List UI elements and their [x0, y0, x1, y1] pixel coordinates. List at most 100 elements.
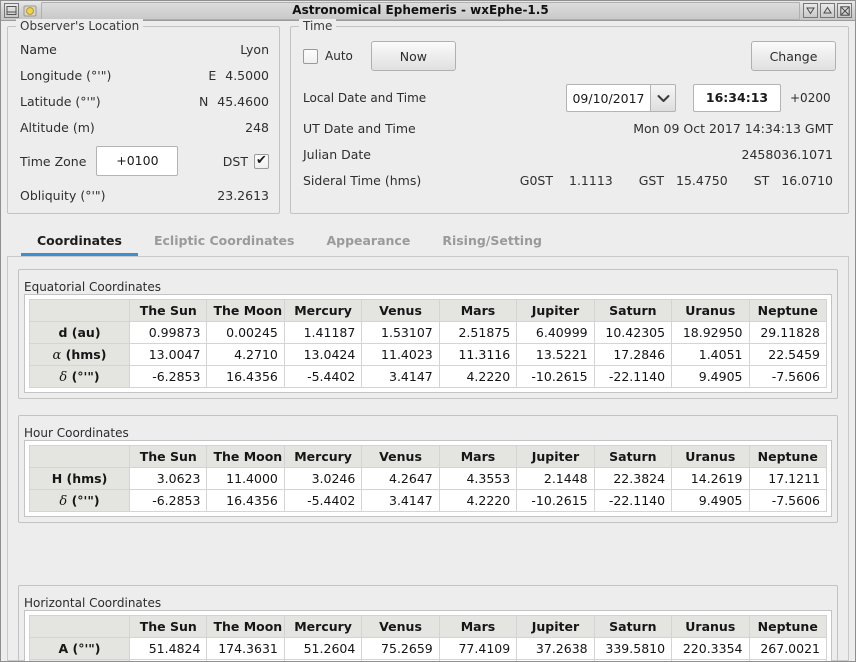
table-cell: 3.0623: [128, 467, 208, 490]
table-cell: 267.0021: [748, 637, 827, 660]
column-header: Jupiter: [516, 299, 595, 322]
table-cell: 339.5810: [593, 637, 673, 660]
julian-date-row: Julian Date 2458036.1071: [291, 141, 848, 167]
table-cell: -10.2615: [516, 489, 595, 512]
table-cell: 11.4023: [361, 343, 440, 366]
row-symbol: α: [52, 347, 62, 363]
table-row: α (hms) 13.0047 4.2710 13.0424 11.4023 11.311…: [29, 343, 827, 366]
minimize-button[interactable]: [803, 3, 818, 18]
column-header: Saturn: [593, 299, 673, 322]
row-unit: (hms): [61, 346, 107, 362]
g0st-label: G0ST: [519, 172, 553, 188]
table-cell: 14.2619: [671, 467, 750, 490]
table-group-2: Horizontal Coordinates The Sun The Moon Mer…: [18, 585, 838, 661]
ut-datetime-row: UT Date and Time Mon 09 Oct 2017 14:34:1…: [291, 115, 848, 141]
table-header-row: The Sun The Moon Mercury Venus Mars Jupiter Sa…: [29, 615, 827, 638]
table-cell: 174.3631: [206, 637, 285, 660]
row-header: H (hms): [29, 467, 130, 490]
local-datetime-row: Local Date and Time 09/10/2017 16:34:13 …: [291, 81, 848, 115]
time-actions-row: Auto Now Change: [291, 39, 848, 73]
column-header: Mars: [438, 445, 518, 468]
g0st-value: 1.1113: [569, 172, 613, 188]
column-header: Venus: [361, 615, 440, 638]
table-cell: 77.4109: [438, 637, 518, 660]
column-header: Mercury: [283, 615, 363, 638]
column-header: Neptune: [748, 299, 827, 322]
observer-latitude-hemisphere: N: [198, 93, 209, 109]
time-panel: Time Auto Now Change Local Date and Time: [290, 19, 849, 214]
local-date-combo[interactable]: 09/10/2017: [566, 84, 676, 112]
table-cell: 51.4824: [128, 637, 208, 660]
observer-latitude-label: Latitude (°'"): [20, 93, 101, 109]
timezone-input[interactable]: +0100: [96, 146, 179, 176]
table-row: H (hms) 3.0623 11.4000 3.0246 4.2647 4.3553 2.…: [29, 467, 827, 490]
observer-location-legend: Observer's Location: [16, 19, 144, 33]
observer-longitude-label: Longitude (°'"): [20, 67, 112, 83]
table-cell: 11.3116: [438, 343, 518, 366]
table-cell: 220.3354: [671, 637, 750, 660]
table-header-row: The Sun The Moon Mercury Venus Mars Jupiter Sa…: [29, 299, 827, 322]
table-group-0: Equatorial Coordinates The Sun The Moon Mer…: [18, 269, 838, 399]
now-button[interactable]: Now: [370, 41, 456, 71]
table-cell: 1.41187: [283, 321, 363, 344]
gst-label: GST: [638, 172, 665, 188]
table-cell: 3.4147: [361, 365, 440, 388]
local-utc-offset: +0200: [790, 91, 831, 105]
table-cell: 3.4147: [361, 489, 440, 512]
table-cell: 16.4356: [206, 365, 285, 388]
application-window: Astronomical Ephemeris - wxEphe-1.5 Obse…: [0, 0, 856, 662]
row-header: d (au): [29, 321, 130, 344]
observer-longitude-hemisphere: E: [208, 67, 217, 83]
table-cell: 17.2846: [593, 343, 673, 366]
column-header: Jupiter: [516, 445, 595, 468]
table-cell: 0.99873: [128, 321, 208, 344]
table-cell: 16.4356: [206, 489, 285, 512]
column-header: The Sun: [128, 299, 208, 322]
local-date-dropdown-button[interactable]: [650, 84, 676, 112]
maximize-icon: [823, 6, 832, 14]
observer-obliquity-row: Obliquity (°'") 23.2613: [8, 182, 279, 208]
time-legend: Time: [299, 19, 337, 33]
table-cell: 18.92950: [671, 321, 750, 344]
window-menu-icon: [6, 6, 17, 15]
maximize-button[interactable]: [820, 3, 835, 18]
tab-coordinates[interactable]: Coordinates: [21, 227, 138, 256]
window-menu-button[interactable]: [4, 3, 19, 18]
local-datetime-label: Local Date and Time: [303, 91, 427, 105]
tab-ecliptic-coordinates[interactable]: Ecliptic Coordinates: [138, 227, 310, 256]
table-container: The Sun The Moon Mercury Venus Mars Jupiter Sa…: [24, 610, 832, 661]
julian-date-value: 2458036.1071: [741, 146, 833, 162]
column-header: The Moon: [206, 445, 285, 468]
dst-checkmark: ✔: [256, 153, 267, 168]
column-header: Mars: [438, 615, 518, 638]
table-corner-cell: [29, 445, 130, 468]
local-time-input[interactable]: 16:34:13: [693, 84, 781, 112]
table-group-1: Hour Coordinates The Sun The Moon Mercury Ve…: [18, 415, 838, 523]
column-header: Venus: [361, 299, 440, 322]
auto-checkbox[interactable]: [303, 48, 318, 64]
close-button[interactable]: [837, 3, 852, 18]
change-button[interactable]: Change: [751, 41, 836, 71]
observer-altitude-label: Altitude (m): [20, 119, 95, 135]
column-header: Mercury: [283, 299, 363, 322]
table-cell: 4.2647: [361, 467, 440, 490]
observer-longitude-value: 4.5000: [225, 67, 269, 83]
sidereal-time-label: Sideral Time (hms): [303, 172, 422, 188]
table-corner-cell: [29, 299, 130, 322]
local-date-value[interactable]: 09/10/2017: [566, 84, 650, 112]
tab-appearance[interactable]: Appearance: [310, 227, 426, 256]
tab-bar: Coordinates Ecliptic Coordinates Appearanc…: [7, 226, 849, 257]
table-cell: 17.1211: [748, 467, 827, 490]
table-cell: -6.2853: [128, 489, 208, 512]
tab-rising-setting[interactable]: Rising/Setting: [426, 227, 558, 256]
sidereal-time-row: Sideral Time (hms) G0ST 1.1113 GST 15.47…: [291, 167, 848, 193]
observer-longitude-row: Longitude (°'") E 4.5000: [8, 62, 279, 88]
table-row: δ (°'") -6.2853 16.4356 -5.4402 3.4147 4.2220…: [29, 489, 827, 512]
row-header: α (hms): [29, 343, 130, 366]
table-cell: 4.2220: [438, 489, 518, 512]
table-cell: 75.2659: [361, 637, 440, 660]
table-cell: 4.2710: [206, 343, 285, 366]
close-icon: [839, 5, 850, 16]
dst-checkbox[interactable]: ✔: [254, 153, 269, 169]
table-cell: 1.53107: [361, 321, 440, 344]
